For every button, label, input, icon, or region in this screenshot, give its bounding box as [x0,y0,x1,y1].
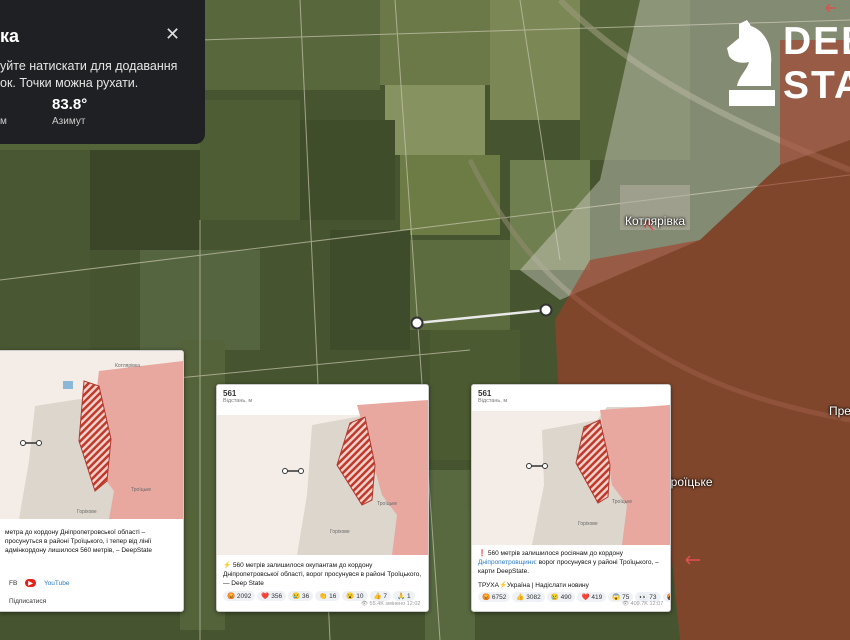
mini-map-2: 561 Відстань, м Троїцьке Горіхове [217,385,428,555]
measure-panel: ка ✕ уйте натискати для додавання ок. То… [0,0,205,144]
eye-icon: 👁 [622,601,629,607]
logo-line1: DEE [783,20,850,63]
reaction[interactable]: 🙏 1 [393,591,415,601]
reaction[interactable]: 😢 36 [288,591,314,601]
post-card-3[interactable]: 561 Відстань, м Троїцьке Горіхове ❗ 560 … [471,384,671,612]
distance-value-2: 561 [223,389,237,398]
mini-map-3: 561 Відстань, м Троїцьке Горіхове [472,385,670,545]
subscribe-row: Підписатися [5,597,52,606]
post-card-2[interactable]: 561 Відстань, м Троїцьке Горіхове ⚡ 560 … [216,384,429,612]
mini-label-top: Котлярівка [115,363,141,369]
deepstate-logo: DEE STA [725,18,850,108]
views-3: 👁 409.7K 12:07 [622,601,663,607]
subscribe-button[interactable]: Підписатися [5,597,50,606]
fb-link[interactable]: FB [5,579,21,588]
mini-label-left-3: Горіхове [578,521,598,527]
views-count: 55.4K [369,601,384,607]
reaction[interactable]: 😢 490 [546,592,576,602]
youtube-icon: ▶ [25,579,37,587]
panel-hint: уйте натискати для додавання ок. Точки м… [0,59,178,90]
reactions-2: 😡 2092 ❤️ 356 😢 36 👏 16 😮 10 👍 7 🙏 1 [223,591,417,601]
mini-label-mid: Троїцьке [131,487,152,493]
azimuth-value: 83.8° [52,96,88,113]
knight-logo-icon [727,20,775,106]
reaction[interactable]: ❤️ 419 [577,592,607,602]
post-card-1[interactable]: Котлярівка Троїцьке Горіхове метра до ко… [0,350,184,612]
close-icon[interactable]: ✕ [165,24,180,45]
views-count: 409.7K [630,601,648,607]
eye-icon: 👁 [361,601,368,607]
mini-label-mid-3: Троїцьке [612,499,633,505]
azimuth-label: Азимут [52,116,86,127]
reaction[interactable]: 🤬 57 [662,592,670,602]
youtube-link[interactable]: YouTube [40,579,74,588]
reaction[interactable]: 😡 6752 [478,592,511,602]
mini-label-left: Горіхове [77,509,97,515]
measure-point-end[interactable] [539,303,553,317]
edited-status: змінено 12:02 [385,601,421,607]
distance-label-2: Відстань, м [223,398,253,404]
mini-label-left-2: Горіхове [330,529,350,535]
map-label-troitske: Троїцьке [664,475,713,489]
map-label-pre: Пре [829,404,850,418]
mini-map-1: Котлярівка Троїцьке Горіхове [0,351,183,519]
panel-title: ка [0,26,20,46]
post-time: 12:07 [649,601,664,607]
mini-label-mid-2: Троїцьке [377,501,398,507]
views-2: 👁 55.4K змінено 12:02 [361,601,420,607]
reaction[interactable]: ❤️ 356 [257,591,287,601]
post-text-3-link[interactable]: Дніпропетровщини [478,559,535,566]
map-label-kotliarivka: Котлярівка [625,214,686,228]
reaction[interactable]: 👍 3082 [512,592,545,602]
reaction[interactable]: 👍 7 [369,591,392,601]
distance-value-3: 561 [478,389,492,398]
reaction[interactable]: 😮 10 [342,591,368,601]
channel-link-3[interactable]: ТРУХА⚡Україна | Надіслати новину [478,581,666,590]
post-text-1: метра до кордону Дніпропетровської облас… [5,529,153,554]
distance-unit-label: м [0,116,7,127]
post-text-2: ⚡ 560 метрів залишилося окупантам до кор… [223,562,422,587]
post-text-3-prefix: ❗ 560 метрів залишилося росіянам до корд… [478,550,624,557]
reaction[interactable]: 👏 16 [315,591,341,601]
reaction[interactable]: 😡 2092 [223,591,256,601]
distance-label-3: Відстань, м [478,398,508,404]
post-text-3: ❗ 560 метрів залишилося росіянам до корд… [478,549,666,576]
logo-line2: STA [783,64,850,107]
post-links-1: FB ▶ YouTube [5,579,75,588]
measure-point-start[interactable] [410,316,424,330]
